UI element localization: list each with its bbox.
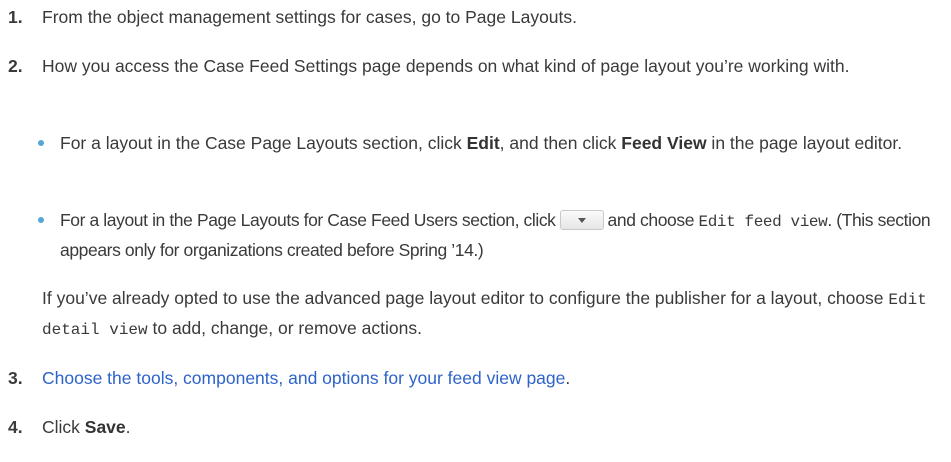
bullet-text: For a layout in the Case Page Layouts se… bbox=[60, 133, 903, 153]
bullet-item: For a layout in the Case Page Layouts se… bbox=[0, 129, 902, 157]
step-2: 2. How you access the Case Feed Settings… bbox=[8, 52, 938, 80]
step-number: 4. bbox=[8, 417, 23, 437]
feed-view-options-link[interactable]: Choose the tools, components, and option… bbox=[42, 368, 565, 388]
step-number: 1. bbox=[8, 7, 23, 27]
step-text: From the object management settings for … bbox=[42, 7, 578, 27]
step-4: 4. Click Save. bbox=[8, 413, 938, 441]
bullet-item: For a layout in the Page Layouts for Cas… bbox=[0, 206, 931, 264]
step-3: 3. Choose the tools, components, and opt… bbox=[8, 364, 938, 392]
edit-label: Edit bbox=[466, 133, 500, 153]
bullet-icon bbox=[38, 217, 44, 223]
feed-view-label: Feed View bbox=[621, 133, 707, 153]
step-text: Choose the tools, components, and option… bbox=[42, 368, 571, 388]
save-label: Save bbox=[84, 417, 126, 437]
step-text: Click Save. bbox=[42, 417, 131, 437]
step-number: 2. bbox=[8, 56, 23, 76]
step-text: How you access the Case Feed Settings pa… bbox=[42, 56, 850, 76]
step-1: 1. From the object management settings f… bbox=[8, 3, 938, 31]
bullet-icon bbox=[38, 140, 44, 146]
dropdown-menu-icon[interactable] bbox=[559, 209, 604, 230]
note-paragraph: If you’ve already opted to use the advan… bbox=[42, 288, 927, 339]
bullet-text: For a layout in the Page Layouts for Cas… bbox=[60, 209, 931, 260]
instructions-page: 1. From the object management settings f… bbox=[0, 0, 951, 462]
edit-feed-view-code: Edit feed view bbox=[698, 213, 828, 231]
step-number: 3. bbox=[8, 368, 23, 388]
